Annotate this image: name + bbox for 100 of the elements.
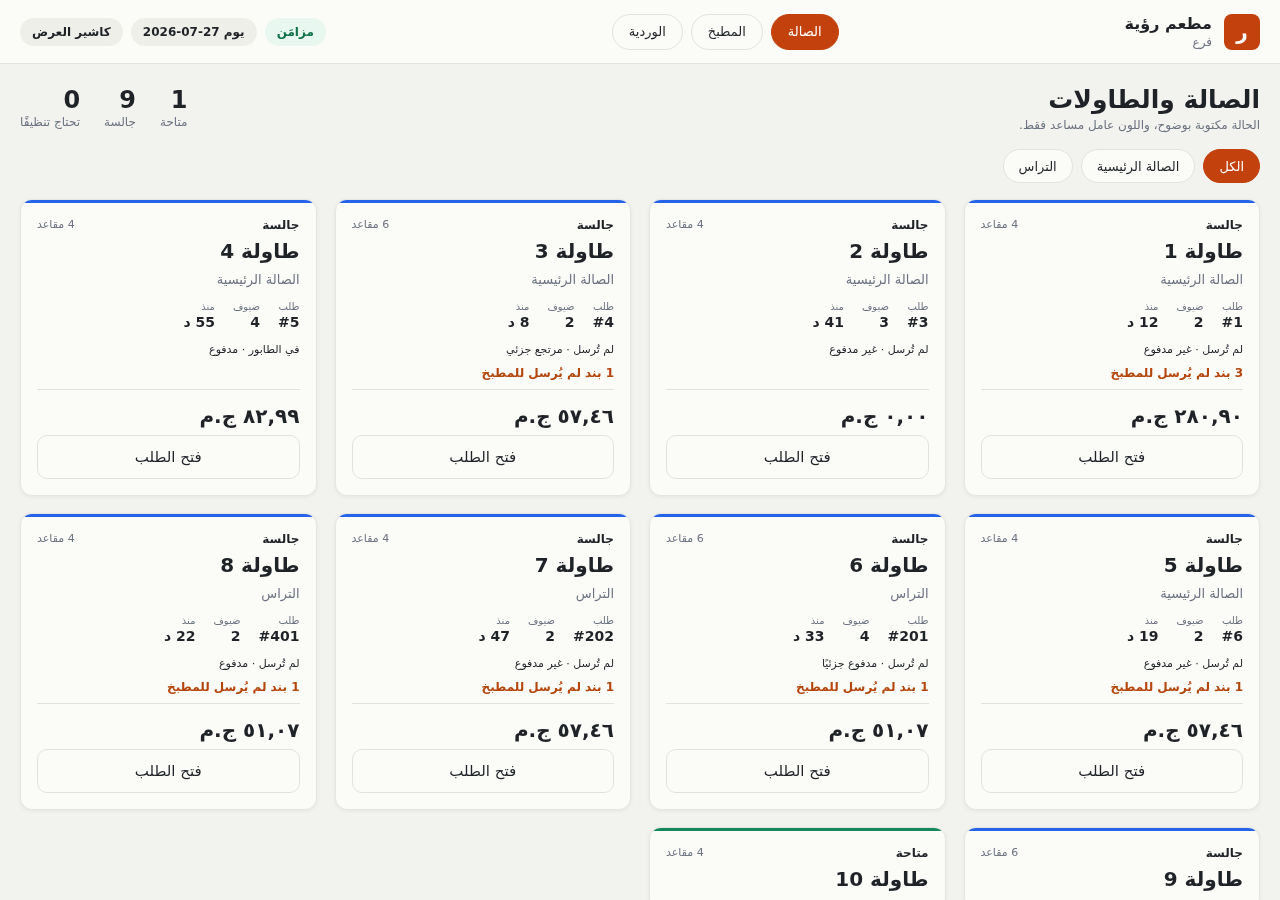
kitchen-warning: 3 بند لم يُرسل للمطبخ [1109, 365, 1243, 382]
user-pill: كاشير العرض [20, 17, 123, 46]
date-pill: يوم 27-07-2026 [130, 17, 257, 46]
stat-label: جالسة [104, 114, 136, 130]
seat-count: 4 مقاعد [37, 531, 75, 547]
meta-value: 47 د [478, 627, 510, 645]
open-order-button[interactable]: فتح الطلب [980, 435, 1243, 479]
meta-label: ضيوف [528, 614, 556, 627]
filter-chip[interactable]: الكل [1203, 149, 1260, 183]
meta-value: #201 [887, 627, 929, 645]
meta-label: طلب [1221, 300, 1243, 313]
seat-count: 4 مقاعد [666, 845, 704, 861]
meta-label: منذ [1143, 300, 1159, 313]
open-order-button[interactable]: فتح الطلب [37, 749, 300, 793]
brand-name: مطعم رؤية [1124, 13, 1212, 34]
order-total: ٥٧,٤٦ ج.م [512, 717, 614, 743]
order-status: لم تُرسل · غير مدفوع [828, 342, 929, 358]
open-order-button[interactable]: فتح الطلب [351, 435, 614, 479]
order-total: ٥١,٠٧ ج.م [198, 717, 300, 743]
nav-tab[interactable]: الصالة [770, 13, 839, 50]
meta-value: #3 [907, 313, 929, 331]
meta-value: 55 د [183, 313, 215, 331]
order-total: ٥٧,٤٦ ج.م [512, 403, 614, 429]
meta-label: طلب [278, 300, 300, 313]
table-name: طاولة 2 [848, 238, 929, 265]
stat-value: 0 [62, 86, 81, 114]
table-area: الصالة الرئيسية [37, 271, 300, 289]
order-total: ٥٧,٤٦ ج.م [1141, 717, 1243, 743]
meta-label: منذ [180, 614, 196, 627]
meta-value: 2 [1192, 627, 1204, 645]
meta-value: 22 د [163, 627, 196, 645]
open-order-button[interactable]: فتح الطلب [980, 749, 1243, 793]
brand-logo: ر [1224, 13, 1260, 50]
kitchen-warning: 1 بند لم يُرسل للمطبخ [480, 365, 614, 382]
table-name: طاولة 5 [1162, 552, 1243, 579]
page-subtitle: الحالة مكتوبة بوضوح، واللون عامل مساعد فقط. [1019, 117, 1260, 134]
meta-value: 2 [563, 313, 575, 331]
meta-value: 19 د [1126, 627, 1159, 645]
order-status: لم تُرسل · مرتجع جزئي [505, 342, 614, 358]
kitchen-warning: 1 بند لم يُرسل للمطبخ [1109, 679, 1243, 696]
table-area: التراس [37, 585, 300, 603]
meta-value: 2 [229, 627, 241, 645]
table-status: جالسة [1205, 217, 1243, 233]
seat-count: 4 مقاعد [980, 531, 1019, 547]
meta-label: طلب [907, 300, 929, 313]
meta-label: طلب [592, 300, 614, 313]
open-order-button[interactable]: فتح الطلب [666, 749, 929, 793]
table-area: الصالة الرئيسية [980, 585, 1243, 603]
table-name: طاولة 10 [834, 866, 929, 893]
table-area: التراس [666, 585, 929, 603]
table-status: جالسة [1205, 531, 1243, 547]
table-name: طاولة 1 [1162, 238, 1243, 265]
order-status: لم تُرسل · مدفوع [218, 656, 300, 672]
meta-label: ضيوف [232, 300, 260, 313]
table-status: جالسة [576, 217, 614, 233]
seat-count: 4 مقاعد [351, 531, 390, 547]
branch-label: فرع [1191, 34, 1212, 50]
order-total: ٥١,٠٧ ج.م [827, 717, 929, 743]
meta-label: منذ [495, 614, 510, 627]
stat-value: 1 [169, 86, 188, 114]
seat-count: 6 مقاعد [980, 845, 1019, 861]
kitchen-warning: 1 بند لم يُرسل للمطبخ [795, 679, 929, 696]
table-name: طاولة 9 [1162, 866, 1243, 893]
table-status: متاحة [895, 845, 929, 861]
sync-status-pill: مزامَن [264, 17, 326, 46]
open-order-button[interactable]: فتح الطلب [37, 435, 300, 479]
meta-label: ضيوف [213, 614, 241, 627]
meta-value: 3 [878, 313, 889, 331]
table-name: طاولة 8 [219, 552, 300, 579]
meta-value: 33 د [792, 627, 825, 645]
meta-value: #6 [1221, 627, 1243, 645]
meta-label: ضيوف [1176, 614, 1204, 627]
table-status: جالسة [891, 531, 929, 547]
open-order-button[interactable]: فتح الطلب [666, 435, 929, 479]
table-status: جالسة [891, 217, 929, 233]
meta-value: #401 [258, 627, 300, 645]
table-name: طاولة 3 [533, 238, 614, 265]
meta-value: #1 [1221, 313, 1243, 331]
table-status: جالسة [1205, 845, 1243, 861]
nav-tab[interactable]: الوردية [611, 13, 683, 50]
page-title: الصالة والطاولات [1047, 84, 1260, 116]
filter-chip[interactable]: التراس [1002, 149, 1073, 183]
meta-value: 4 [858, 627, 870, 645]
table-area: الصالة الرئيسية [666, 271, 929, 289]
stat-label: تحتاج تنظيفًا [20, 114, 81, 130]
meta-label: منذ [829, 300, 844, 313]
filter-chip[interactable]: الصالة الرئيسية [1080, 149, 1196, 183]
seat-count: 4 مقاعد [37, 217, 75, 233]
meta-label: طلب [277, 614, 300, 627]
meta-label: ضيوف [861, 300, 889, 313]
table-area: الصالة الرئيسية [351, 271, 614, 289]
table-name: طاولة 4 [219, 238, 300, 265]
order-total: ٨٢,٩٩ ج.م [198, 403, 300, 429]
order-total: ٢٨٠,٩٠ ج.م [1129, 403, 1243, 429]
open-order-button[interactable]: فتح الطلب [351, 749, 614, 793]
nav-tab[interactable]: المطبخ [690, 13, 763, 50]
kitchen-warning: 1 بند لم يُرسل للمطبخ [166, 679, 300, 696]
stat-label: متاحة [159, 114, 188, 130]
table-name: طاولة 7 [533, 552, 614, 579]
meta-label: طلب [1221, 614, 1243, 627]
